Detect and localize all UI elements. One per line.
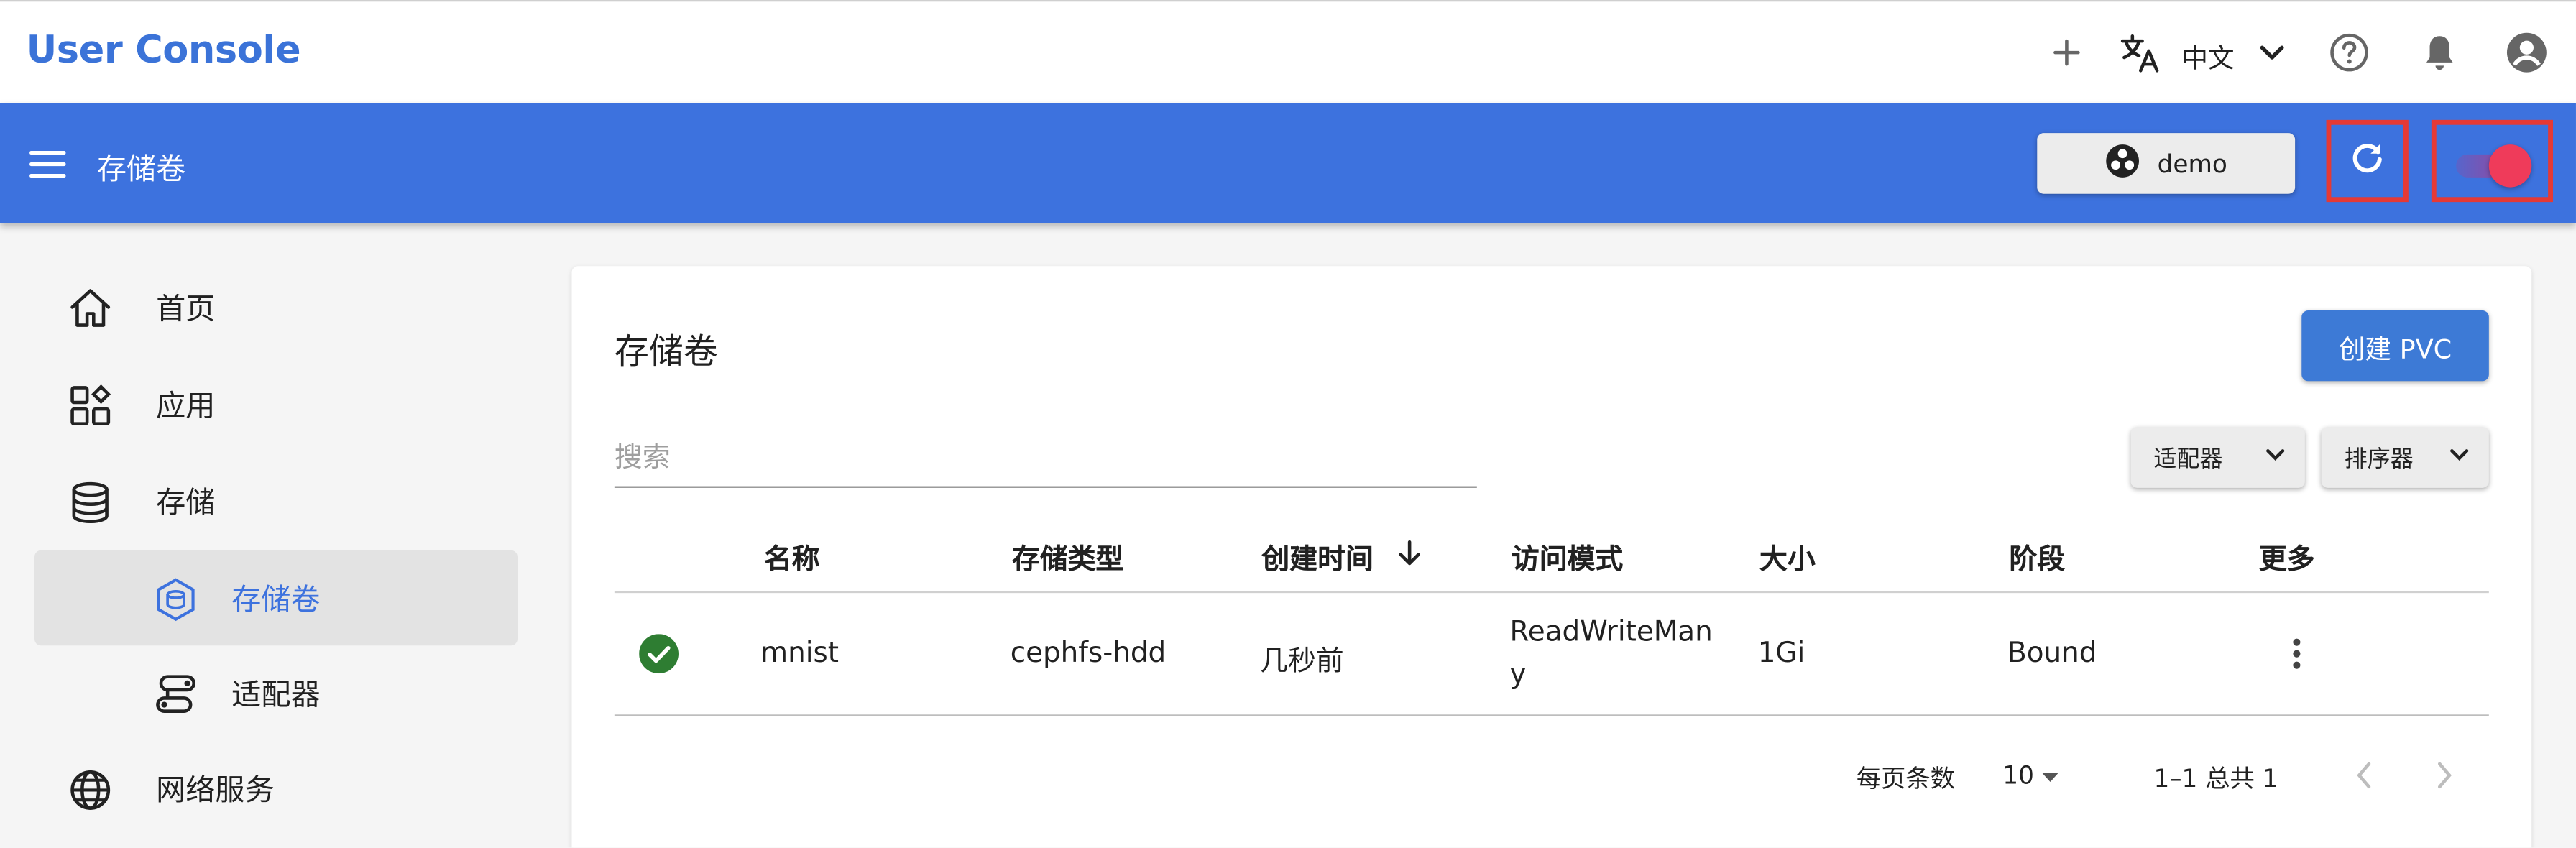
apps-icon	[68, 383, 114, 429]
column-header-storage-class[interactable]: 存储类型	[1012, 535, 1123, 577]
app-title[interactable]: User Console	[27, 29, 301, 72]
volumes-card: 存储卷 创建 PVC 适配器 排序器 名称 存储类型 创建时间 访问模式 大小 …	[571, 266, 2532, 848]
database-icon	[68, 479, 114, 525]
arrow-down-icon[interactable]	[1397, 539, 1423, 568]
cell-access-mode-line2: y	[1509, 658, 1527, 692]
page-range: 1–1 总共 1	[2153, 763, 2278, 793]
namespace-icon	[2104, 142, 2140, 185]
account-icon[interactable]	[2506, 31, 2548, 73]
translate-icon[interactable]	[2120, 31, 2162, 73]
menu-icon[interactable]	[29, 148, 66, 181]
column-header-name[interactable]: 名称	[764, 535, 820, 577]
rows-per-page-select[interactable]: 10	[2002, 760, 2034, 790]
cell-name[interactable]: mnist	[760, 637, 839, 670]
sidebar-item-home[interactable]: 首页	[34, 259, 518, 355]
sidebar-item-volumes[interactable]: 存储卷	[34, 550, 518, 646]
refresh-button[interactable]	[2326, 119, 2409, 203]
divider	[614, 714, 2489, 716]
sidebar-item-label: 存储	[156, 486, 216, 521]
adapter-filter-button[interactable]: 适配器	[2130, 427, 2305, 488]
column-header-phase[interactable]: 阶段	[2009, 535, 2065, 577]
theme-toggle[interactable]	[2431, 119, 2553, 203]
globe-icon	[68, 767, 114, 813]
sidebar-item-label: 网络服务	[156, 773, 275, 808]
sidebar-item-storage[interactable]: 存储	[34, 453, 518, 549]
column-header-created[interactable]: 创建时间	[1261, 535, 1373, 577]
cell-size: 1Gi	[1757, 637, 1806, 670]
sidebar-item-network[interactable]: 网络服务	[34, 741, 518, 837]
chevron-down-icon	[2266, 449, 2285, 461]
sidebar: 首页 应用 存储 存储卷 适配器 网络服务	[0, 223, 552, 848]
home-icon	[68, 286, 114, 332]
search-input[interactable]	[614, 430, 1477, 488]
rows-per-page-label: 每页条数	[1856, 763, 1956, 793]
divider	[614, 591, 2489, 594]
cell-phase: Bound	[2007, 637, 2097, 670]
toggle-knob	[2488, 144, 2532, 188]
namespace-button[interactable]: demo	[2037, 133, 2296, 194]
sidebar-item-label: 首页	[156, 292, 216, 327]
caret-down-icon[interactable]	[2041, 770, 2060, 783]
card-title: 存储卷	[614, 331, 718, 372]
top-bar: User Console 中文	[0, 0, 2576, 103]
sort-button[interactable]: 排序器	[2321, 427, 2489, 488]
sidebar-item-apps[interactable]: 应用	[34, 356, 518, 452]
chevron-down-icon	[2450, 449, 2469, 461]
bell-icon[interactable]	[2419, 31, 2461, 73]
chevron-down-icon[interactable]	[2250, 31, 2293, 73]
sort-label: 排序器	[2344, 446, 2414, 473]
namespace-label: demo	[2157, 148, 2227, 178]
chevron-left-icon[interactable]	[2352, 759, 2375, 792]
plus-icon[interactable]	[2046, 31, 2088, 73]
sidebar-item-label: 存储卷	[231, 583, 321, 618]
help-icon[interactable]	[2328, 31, 2370, 73]
column-header-access-mode[interactable]: 访问模式	[1512, 535, 1623, 577]
page-title: 存储卷	[96, 152, 186, 188]
create-pvc-button[interactable]: 创建 PVC	[2301, 310, 2489, 382]
refresh-icon	[2347, 138, 2387, 184]
language-label[interactable]: 中文	[2181, 36, 2234, 75]
cell-access-mode-line1: ReadWriteMan	[1509, 616, 1713, 649]
sidebar-item-label: 适配器	[231, 678, 321, 713]
more-vert-icon[interactable]	[2281, 634, 2314, 673]
filter-label: 适配器	[2153, 446, 2223, 473]
column-header-size[interactable]: 大小	[1760, 535, 1816, 577]
cell-storage-class: cephfs-hdd	[1010, 637, 1167, 670]
sidebar-item-label: 应用	[156, 389, 216, 424]
check-circle-icon	[639, 634, 678, 674]
adapter-icon	[153, 672, 199, 718]
column-header-more: 更多	[2258, 543, 2315, 577]
sidebar-item-adapters[interactable]: 适配器	[34, 645, 518, 741]
cell-created: 几秒前	[1260, 645, 1344, 678]
chevron-right-icon[interactable]	[2433, 759, 2456, 792]
app-bar: 存储卷 demo	[0, 103, 2576, 223]
volume-icon	[153, 576, 199, 622]
